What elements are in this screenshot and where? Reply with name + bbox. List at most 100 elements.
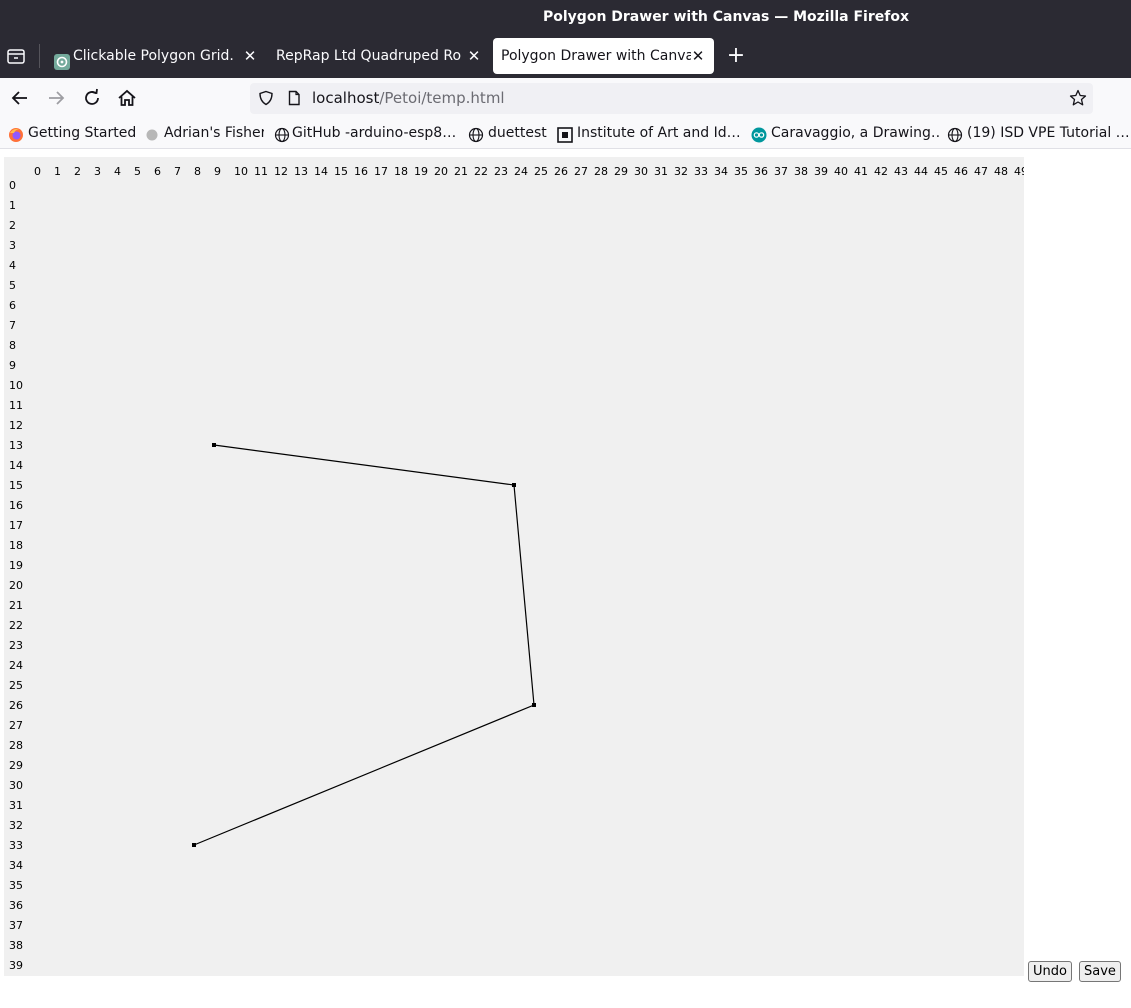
column-label: 26 [554,165,568,178]
column-label: 32 [674,165,688,178]
column-label: 13 [294,165,308,178]
close-tab-icon[interactable]: ✕ [690,38,706,74]
url-bar[interactable]: localhost/Petoi/temp.html [250,83,1093,114]
tab-clickable-polygon-grid[interactable]: Clickable Polygon Grid. ✕ [44,38,266,74]
row-label: 9 [9,359,16,372]
bookmark-adrians-fisher[interactable]: Adrian's Fisher [146,119,264,148]
column-label: 43 [894,165,908,178]
row-label: 10 [9,379,23,392]
row-label: 3 [9,239,16,252]
row-label: 39 [9,959,23,972]
row-label: 36 [9,899,23,912]
page-info-icon[interactable] [286,90,302,106]
bookmark-label: Caravaggio, a Drawing… [771,125,939,141]
row-label: 24 [9,659,23,672]
undo-button[interactable]: Undo [1028,961,1072,982]
row-label: 12 [9,419,23,432]
iai-icon [557,125,573,143]
polygon-canvas[interactable]: 0 1 2 3 4 5 6 7 8 9 10 11 12 13 14 15 16 17 18 19 20 21 22 23 24… [4,157,1024,976]
row-label: 35 [9,879,23,892]
bookmark-label: GitHub -arduino-esp8… [292,125,457,141]
tab-list-icon[interactable] [6,46,28,66]
row-label: 16 [9,499,23,512]
tab-label: Polygon Drawer with Canvas [501,48,691,64]
close-tab-icon[interactable]: ✕ [242,38,258,74]
row-label: 28 [9,739,23,752]
reload-icon[interactable] [80,86,104,110]
column-label: 17 [374,165,388,178]
bookmark-star-icon[interactable] [1069,89,1087,107]
polygon-vertex[interactable] [512,483,516,487]
column-label: 25 [534,165,548,178]
column-label: 12 [274,165,288,178]
bookmark-label: Getting Started [28,125,136,141]
column-label: 35 [734,165,748,178]
bookmark-label: Adrian's Fisher [164,125,264,141]
column-label: 45 [934,165,948,178]
row-label: 21 [9,599,23,612]
column-label: 14 [314,165,328,178]
column-label: 16 [354,165,368,178]
column-label: 20 [434,165,448,178]
column-label: 11 [254,165,268,178]
column-label: 6 [154,165,161,178]
column-label: 18 [394,165,408,178]
row-label: 7 [9,319,16,332]
globe-icon [274,125,290,143]
bookmark-caravaggio[interactable]: Caravaggio, a Drawing… [751,119,939,148]
row-label: 2 [9,219,16,232]
forward-arrow-icon[interactable] [44,86,68,110]
row-label: 33 [9,839,23,852]
close-tab-icon[interactable]: ✕ [466,38,482,74]
row-label: 18 [9,539,23,552]
back-arrow-icon[interactable] [8,86,32,110]
firefox-icon [8,125,24,142]
column-label: 24 [514,165,528,178]
row-label: 15 [9,479,23,492]
home-icon[interactable] [115,86,139,110]
row-label: 31 [9,799,23,812]
polygon-vertex[interactable] [192,843,196,847]
navigation-toolbar: localhost/Petoi/temp.html [0,78,1131,119]
tab-reprap-quadruped[interactable]: RepRap Ltd Quadruped Rob ✕ [268,38,490,74]
bookmark-isd-vpe-tutorial[interactable]: (19) ISD VPE Tutorial … [947,119,1129,148]
column-label: 4 [114,165,121,178]
grid-drawing[interactable]: 0 1 2 3 4 5 6 7 8 9 10 11 12 13 14 15 16 17 18 19 20 21 22 23 24… [4,157,1024,976]
row-label: 19 [9,559,23,572]
url-text: localhost/Petoi/temp.html [312,83,505,114]
row-label: 6 [9,299,16,312]
bookmark-institute-of-art[interactable]: Institute of Art and Id… [557,119,741,148]
column-label: 22 [474,165,488,178]
polygon-vertex[interactable] [212,443,216,447]
column-label: 7 [174,165,181,178]
column-label: 0 [34,165,41,178]
column-label: 8 [194,165,201,178]
row-label: 34 [9,859,23,872]
column-label: 39 [814,165,828,178]
column-label: 36 [754,165,768,178]
row-label: 25 [9,679,23,692]
globe-icon [947,125,963,143]
bookmark-github-arduino[interactable]: GitHub -arduino-esp8… [274,119,458,148]
column-label: 21 [454,165,468,178]
new-tab-plus-icon[interactable]: + [724,42,748,70]
url-path: /Petoi/temp.html [379,89,505,107]
column-label: 42 [874,165,888,178]
bookmark-getting-started[interactable]: Getting Started [8,119,136,148]
tab-polygon-drawer[interactable]: Polygon Drawer with Canvas ✕ [493,38,714,74]
column-label: 37 [774,165,788,178]
row-label: 23 [9,639,23,652]
save-button[interactable]: Save [1079,961,1121,982]
tab-strip: Clickable Polygon Grid. ✕ RepRap Ltd Qua… [0,34,1131,78]
polygon-vertex[interactable] [532,703,536,707]
column-label: 28 [594,165,608,178]
bookmark-duettest[interactable]: duettest [468,119,550,148]
row-label: 30 [9,779,23,792]
row-label: 0 [9,179,16,192]
tracking-shield-icon[interactable] [258,90,274,106]
row-label: 26 [9,699,23,712]
column-label: 9 [214,165,221,178]
column-label: 31 [654,165,668,178]
bookmark-label: Institute of Art and Id… [577,125,741,141]
column-label: 15 [334,165,348,178]
